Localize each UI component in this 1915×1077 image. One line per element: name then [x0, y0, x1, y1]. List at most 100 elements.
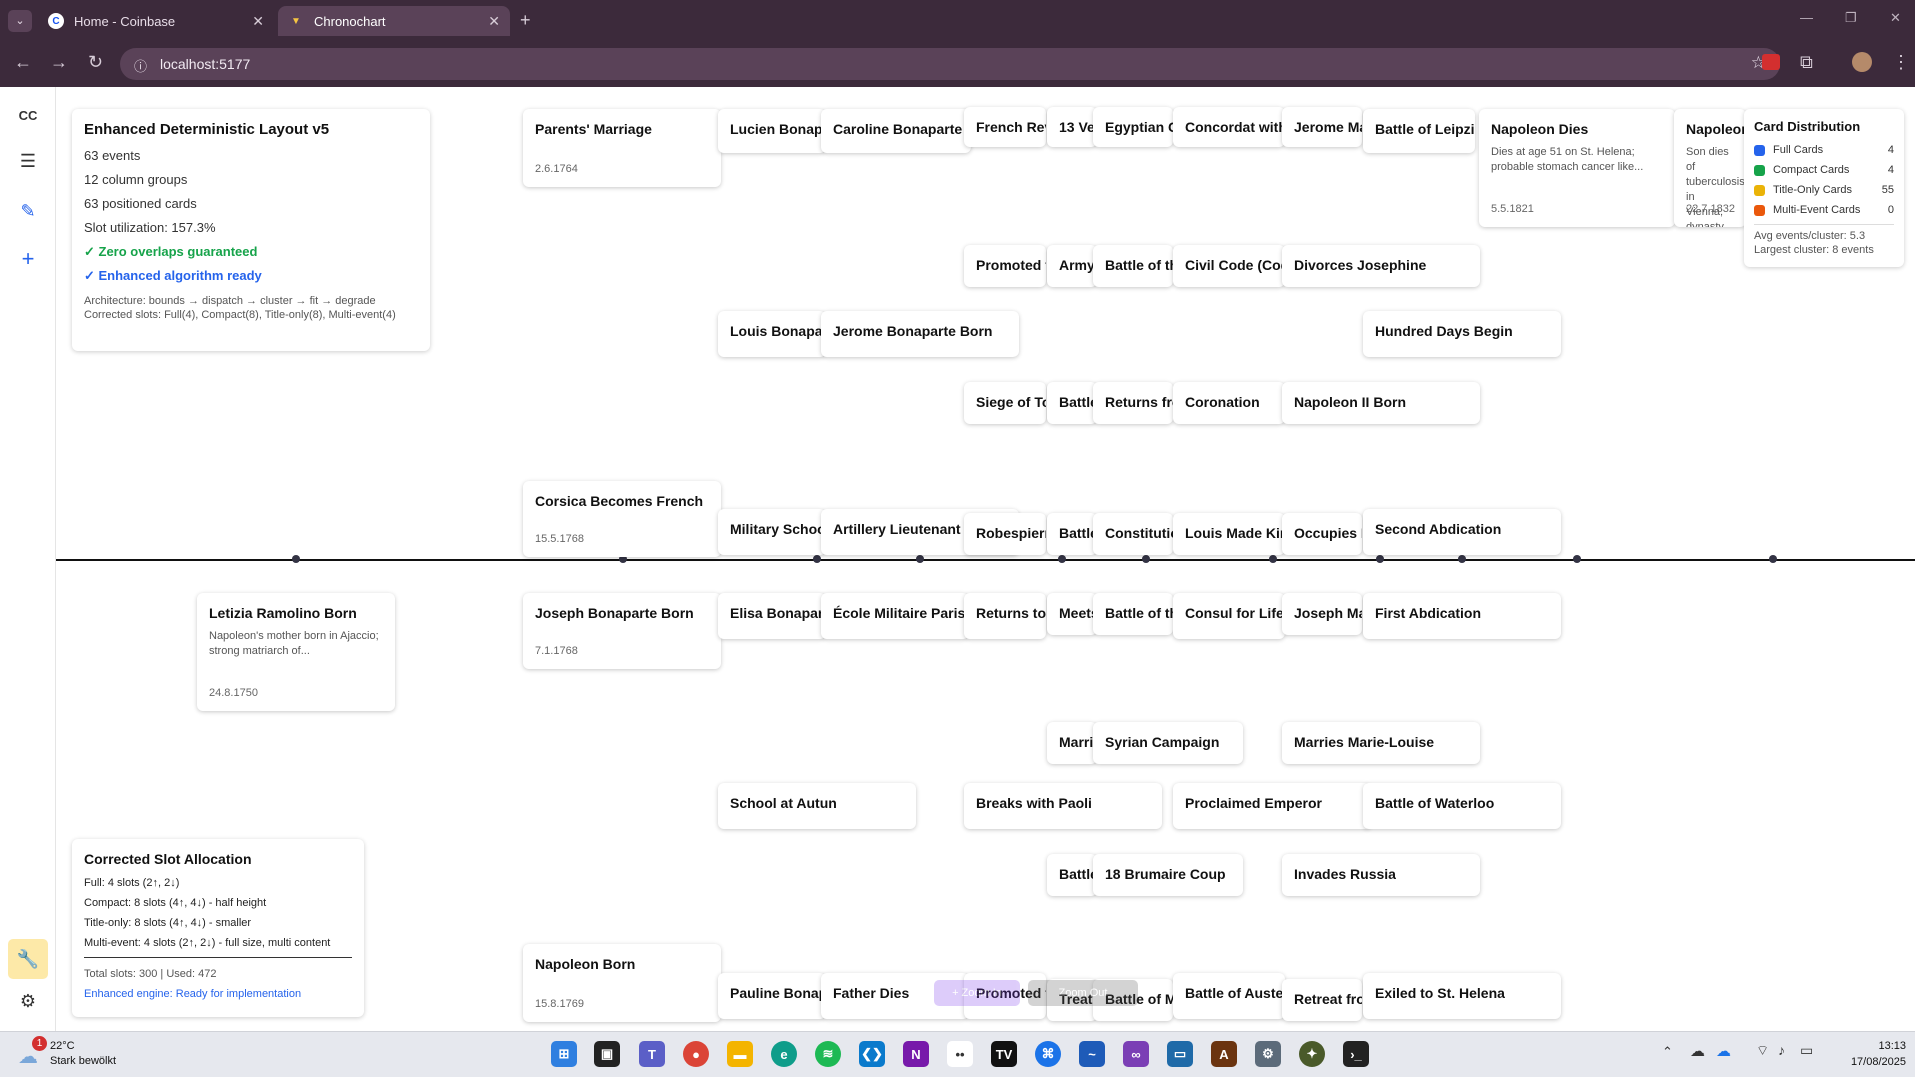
- event-card[interactable]: Returns from Egypt: [1093, 382, 1173, 424]
- teams-icon[interactable]: T: [639, 1041, 665, 1067]
- chrome-icon[interactable]: ●: [683, 1041, 709, 1067]
- event-card[interactable]: Marries Marie-Louise: [1282, 722, 1480, 764]
- event-card[interactable]: Elisa Bonaparte Born: [718, 593, 826, 639]
- event-card[interactable]: Siege of Toulon: [964, 382, 1046, 424]
- event-card[interactable]: Joseph Bonaparte Born 7.1.1768: [523, 593, 721, 669]
- event-card[interactable]: Army of Italy: [1047, 245, 1097, 287]
- event-card[interactable]: Louis Bonaparte Born: [718, 311, 826, 357]
- tab-coinbase[interactable]: C Home - Coinbase ✕: [38, 6, 274, 36]
- edge-icon[interactable]: e: [771, 1041, 797, 1067]
- event-card[interactable]: Returns to Corsica: [964, 593, 1046, 639]
- event-card[interactable]: École Militaire Paris: [821, 593, 969, 639]
- tab-list-button[interactable]: ⌄: [8, 10, 32, 32]
- whiteboard-icon[interactable]: ~: [1079, 1041, 1105, 1067]
- event-card[interactable]: French Revolution: [964, 107, 1046, 147]
- event-card[interactable]: Hundred Days Begin: [1363, 311, 1561, 357]
- extensions-puzzle-icon[interactable]: ⧉: [1800, 52, 1813, 73]
- clock[interactable]: 13:13 17/08/2025: [1836, 1038, 1906, 1070]
- site-info-icon[interactable]: ⓘ: [134, 56, 147, 75]
- event-card[interactable]: Breaks with Paoli: [964, 783, 1162, 829]
- windows-start-icon[interactable]: ⊞: [551, 1041, 577, 1067]
- task-view-icon[interactable]: ▣: [594, 1041, 620, 1067]
- url-bar[interactable]: ⓘ localhost:5177 ☆: [120, 48, 1780, 80]
- zoom-out-button[interactable]: Zoom Out: [1028, 980, 1138, 1006]
- event-card[interactable]: Joseph Made King: [1282, 593, 1362, 635]
- event-card[interactable]: Napoleon II DiesSon dies of tuberculosis…: [1674, 109, 1746, 227]
- volume-icon[interactable]: ♪: [1778, 1042, 1785, 1058]
- event-card[interactable]: Military School: [718, 509, 826, 555]
- event-card[interactable]: Jerome Bonaparte Born: [821, 311, 1019, 357]
- event-card[interactable]: First Abdication: [1363, 593, 1561, 639]
- event-card[interactable]: Lucien Bonaparte: [718, 109, 826, 153]
- event-card[interactable]: Proclaimed Emperor: [1173, 783, 1371, 829]
- event-card[interactable]: Concordat with Pope: [1173, 107, 1285, 147]
- event-card[interactable]: Invades Russia: [1282, 854, 1480, 896]
- onedrive-icon[interactable]: ☁: [1690, 1042, 1705, 1060]
- event-card[interactable]: Second Abdication: [1363, 509, 1561, 555]
- battery-icon[interactable]: ▭: [1800, 1042, 1813, 1059]
- event-card[interactable]: Battle of Lodi: [1047, 382, 1097, 424]
- event-card[interactable]: Napoleon Born 15.8.1769: [523, 944, 721, 1022]
- close-window-icon[interactable]: ✕: [1890, 10, 1901, 26]
- settings-app-icon[interactable]: ⚙: [1255, 1041, 1281, 1067]
- forward-icon[interactable]: →: [50, 52, 68, 73]
- profile-avatar[interactable]: [1852, 52, 1872, 72]
- event-card[interactable]: Retreat from Moscow: [1282, 979, 1362, 1021]
- wrench-icon[interactable]: 🔧: [8, 939, 48, 979]
- tab-chronochart[interactable]: ▼ Chronochart ✕: [278, 6, 510, 36]
- event-card[interactable]: Meets Josephine: [1047, 593, 1097, 635]
- event-card[interactable]: Napoleon II Born: [1282, 382, 1480, 424]
- terminal-icon[interactable]: ›_: [1343, 1041, 1369, 1067]
- event-card[interactable]: Marries Josephine: [1047, 722, 1097, 764]
- event-card[interactable]: Occupies Moscow: [1282, 513, 1362, 555]
- close-tab-icon[interactable]: ✕: [488, 13, 500, 30]
- extension-icon[interactable]: [1762, 54, 1780, 70]
- rdp-icon[interactable]: ▭: [1167, 1041, 1193, 1067]
- event-card[interactable]: Battle of Leipzig: [1363, 109, 1475, 153]
- spotify-icon[interactable]: ≋: [815, 1041, 841, 1067]
- event-card[interactable]: Caroline Bonaparte Born: [821, 109, 971, 153]
- event-card[interactable]: Coronation: [1173, 382, 1285, 424]
- event-card[interactable]: Napoleon Dies Dies at age 51 on St. Helen…: [1479, 109, 1675, 227]
- menu-kebab-icon[interactable]: ⋮: [1892, 52, 1910, 73]
- event-card[interactable]: Exiled to St. Helena: [1363, 973, 1561, 1019]
- reload-icon[interactable]: ↻: [88, 52, 103, 73]
- visual-studio-icon[interactable]: ∞: [1123, 1041, 1149, 1067]
- event-card[interactable]: Civil Code (Code Napoléon): [1173, 245, 1285, 287]
- restore-icon[interactable]: ❐: [1845, 10, 1857, 26]
- event-card[interactable]: Louis Made King: [1173, 513, 1285, 555]
- event-card[interactable]: Battle of Arcole: [1047, 513, 1097, 555]
- event-card[interactable]: 18 Brumaire Coup: [1093, 854, 1243, 896]
- event-card[interactable]: Promoted to General: [964, 245, 1046, 287]
- event-card[interactable]: Battle of Austerlitz: [1173, 973, 1285, 1019]
- weather-widget[interactable]: ☁ 1 22°C Stark bewölkt: [18, 1036, 128, 1070]
- close-tab-icon[interactable]: ✕: [252, 13, 264, 30]
- zoom-in-button[interactable]: + Zoom In: [934, 980, 1020, 1006]
- event-card[interactable]: Battle of the Pyramids: [1093, 593, 1173, 635]
- event-card[interactable]: Jerome Marries: [1282, 107, 1362, 147]
- event-card[interactable]: Battle of the Nile: [1093, 245, 1173, 287]
- minimize-icon[interactable]: —: [1800, 10, 1813, 25]
- tray-chevron-icon[interactable]: ⌃: [1662, 1044, 1673, 1060]
- event-card[interactable]: Corsica Becomes French 15.5.1768: [523, 481, 721, 557]
- event-card[interactable]: Robespierre Falls: [964, 513, 1046, 555]
- file-explorer-icon[interactable]: ▬: [727, 1041, 753, 1067]
- event-card[interactable]: School at Autun: [718, 783, 916, 829]
- event-card[interactable]: Parents' Marriage 2.6.1764: [523, 109, 721, 187]
- event-card[interactable]: Battle of Waterloo: [1363, 783, 1561, 829]
- game-icon[interactable]: A: [1211, 1041, 1237, 1067]
- list-icon[interactable]: ☰: [14, 147, 42, 175]
- wifi-icon[interactable]: ⌔: [1756, 1042, 1769, 1060]
- pencil-icon[interactable]: ✎: [14, 197, 42, 225]
- new-tab-button[interactable]: +: [520, 10, 531, 31]
- event-card[interactable]: Egyptian Campaign: [1093, 107, 1173, 147]
- onenote-icon[interactable]: N: [903, 1041, 929, 1067]
- security-app-icon[interactable]: ✦: [1299, 1041, 1325, 1067]
- event-card[interactable]: Constitution of Year VIII: [1093, 513, 1173, 555]
- event-card[interactable]: Battle of Rivoli: [1047, 854, 1097, 896]
- gear-icon[interactable]: ⚙: [14, 987, 42, 1015]
- event-card[interactable]: Divorces Josephine: [1282, 245, 1480, 287]
- event-card[interactable]: 13 Vendémiaire: [1047, 107, 1097, 147]
- plus-icon[interactable]: +: [14, 245, 42, 273]
- dots-app-icon[interactable]: ••: [947, 1041, 973, 1067]
